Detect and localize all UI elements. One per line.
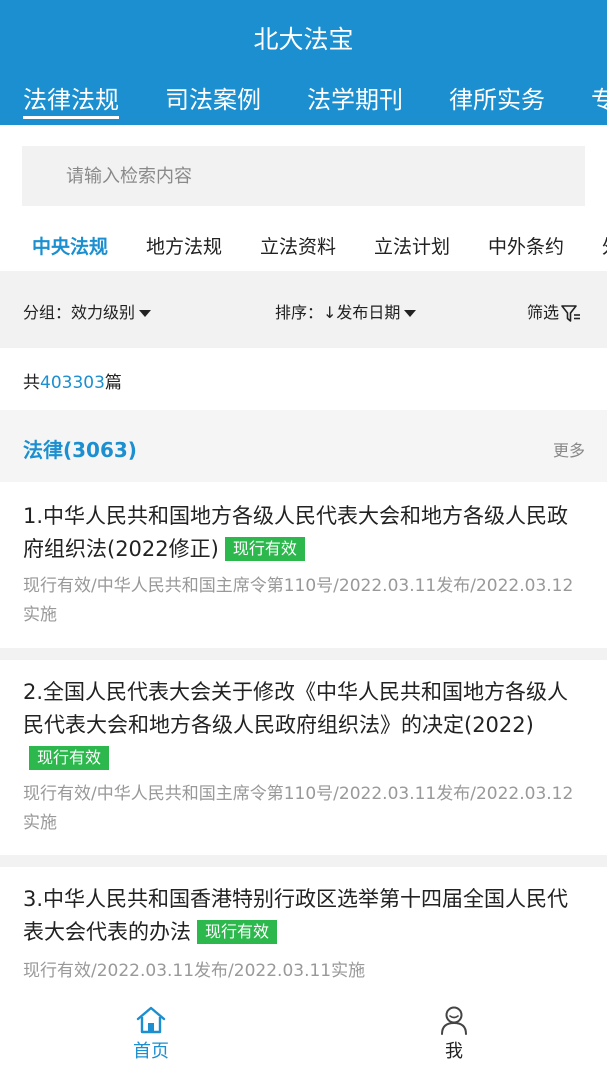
item-meta: 现行有效/2022.03.11发布/2022.03.11实施 [23,961,366,981]
item-title: 3.中华人民共和国香港特别行政区选举第十四届全国人民代表大会代表的办法 现行有效 [23,883,583,949]
section-header: 法律(3063) 更多 [0,410,607,482]
item-meta: 现行有效/中华人民共和国主席令第110号/2022.03.11发布/2022.0… [23,784,574,833]
section-title: 法律(3063) [23,438,137,462]
item-title: 2.全国人民代表大会关于修改《中华人民共和国地方各级人民代表大会和地方各级人民政… [23,676,583,775]
tab-law-journals-label: 法学期刊 [307,86,403,114]
divider [0,648,607,660]
status-badge: 现行有效 [224,537,305,561]
result-count: 共403303篇 [23,368,122,393]
filter-button[interactable]: 筛选 [527,299,581,323]
tab-legislative-materials[interactable]: 立法资料 [260,232,336,259]
tab-more-cut[interactable]: 专 [591,80,607,115]
tab-legislative-plans[interactable]: 立法计划 [374,232,450,259]
status-badge: 现行有效 [29,746,110,770]
tab-local-regulations[interactable]: 地方法规 [146,232,222,259]
search-box [22,146,585,206]
result-count-number: 403303 [40,373,105,393]
app-title: 北大法宝 [253,25,354,54]
group-by-label: 分组：效力级别 [23,303,136,322]
item-title-text: 2.全国人民代表大会关于修改《中华人民共和国地方各级人民代表大会和地方各级人民政… [23,680,569,737]
nav-home-label: 首页 [133,1041,169,1062]
search-input[interactable] [22,146,585,206]
nav-me-label: 我 [445,1041,463,1062]
group-by-dropdown[interactable]: 分组：效力级别 [23,299,152,323]
more-link[interactable]: 更多 [553,437,585,461]
status-badge: 现行有效 [197,920,278,944]
filter-label: 筛选 [527,303,560,322]
list-item[interactable]: 2.全国人民代表大会关于修改《中华人民共和国地方各级人民代表大会和地方各级人民政… [0,660,607,855]
item-title-text: 3.中华人民共和国香港特别行政区选举第十四届全国人民代表大会代表的办法 [23,887,569,944]
tab-law-firm-practice[interactable]: 律所实务 [449,80,545,115]
tab-treaties[interactable]: 中外条约 [488,232,564,259]
sort-dropdown[interactable]: 排序：↓发布日期 [275,299,417,323]
item-meta: 现行有效/中华人民共和国主席令第110号/2022.03.11发布/2022.0… [23,576,574,625]
sort-label: 排序：↓发布日期 [275,303,401,322]
item-title: 1.中华人民共和国地方各级人民代表大会和地方各级人民政府组织法(2022修正) 现… [23,500,583,566]
tab-central-regulations[interactable]: 中央法规 [32,232,108,259]
tab-judicial-cases[interactable]: 司法案例 [165,80,261,115]
result-count-suffix: 篇 [104,373,122,393]
divider [0,855,607,867]
filter-funnel-icon [561,304,581,322]
user-icon [441,1006,467,1035]
filter-bar: 分组：效力级别 排序：↓发布日期 筛选 [0,271,607,348]
tab-law-journals[interactable]: 法学期刊 [307,80,403,115]
tab-laws[interactable]: 法律法规 [23,80,119,119]
tab-judicial-cases-label: 司法案例 [165,86,261,114]
list-item[interactable]: 1.中华人民共和国地方各级人民代表大会和地方各级人民政府组织法(2022修正) 现… [0,482,607,662]
nav-me[interactable]: 我 [404,1005,504,1063]
nav-home[interactable]: 首页 [101,1005,201,1063]
result-count-prefix: 共 [23,373,40,393]
app-header: 北大法宝 法律法规 司法案例 法学期刊 律所实务 专 [0,0,607,125]
tab-law-firm-practice-label: 律所实务 [449,86,545,114]
tab-foreign-cut[interactable]: 外 [602,232,607,259]
tab-laws-label: 法律法规 [23,86,119,114]
list-item[interactable]: 3.中华人民共和国香港特别行政区选举第十四届全国人民代表大会代表的办法 现行有效 … [0,867,607,995]
bottom-nav: 首页 我 [0,995,607,1080]
caret-down-icon [404,310,417,317]
home-icon [136,1006,166,1034]
category-tab-bar: 中央法规 地方法规 立法资料 立法计划 中外条约 外 [0,232,607,260]
active-tab-underline [23,116,119,119]
tab-more-cut-label: 专 [591,86,607,114]
caret-down-icon [139,310,152,317]
